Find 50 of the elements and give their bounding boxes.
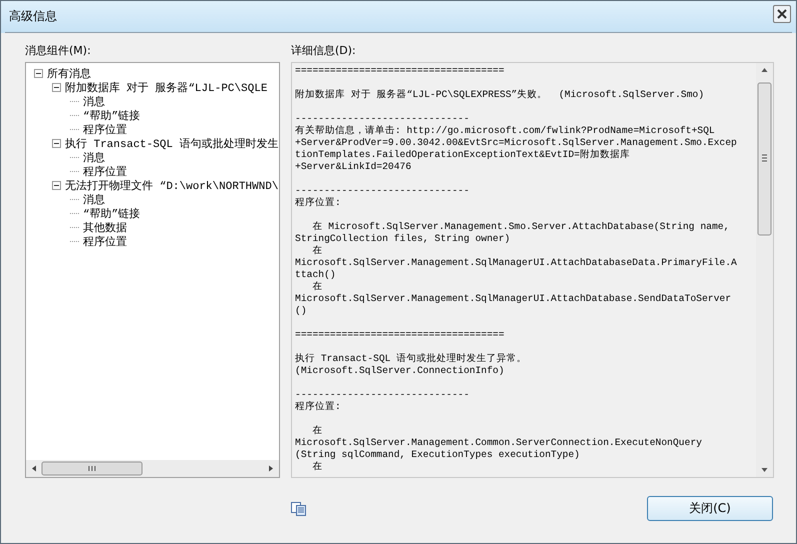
tree-item[interactable]: “帮助”链接 — [83, 206, 140, 220]
tree-item[interactable]: 附加数据库 对于 服务器“LJL-PC\SQLE — [65, 80, 268, 94]
horizontal-scrollbar[interactable] — [26, 460, 279, 477]
detail-label: 详细信息(D): — [291, 43, 357, 58]
collapse-icon[interactable] — [52, 82, 61, 92]
tree-item[interactable]: 其他数据 — [83, 220, 127, 234]
detail-line: Microsoft.SqlServer.Management.SqlManagerUI.AttachDatabase.SendDataToServer — [295, 293, 732, 305]
detail-line: ------------------------------ — [295, 185, 470, 197]
detail-line: 执行 Transact-SQL 语句或批处理时发生了异常。 — [295, 353, 526, 365]
detail-line: 附加数据库 对于 服务器“LJL-PC\SQLEXPRESS”失败。 (Microsoft.SqlServer.Smo) — [295, 89, 704, 101]
tree-item[interactable]: 执行 Transact-SQL 语句或批处理时发生 — [65, 136, 278, 150]
tree-item[interactable]: 程序位置 — [83, 164, 127, 178]
tree-item[interactable]: 程序位置 — [83, 234, 127, 248]
tree-item[interactable]: 无法打开物理文件 “D:\work\NORTHWND\ — [65, 178, 278, 192]
tree-item[interactable]: 程序位置 — [83, 122, 127, 136]
collapse-icon[interactable] — [34, 68, 43, 78]
detail-line: 在 — [311, 245, 322, 257]
tree-item[interactable]: 消息 — [83, 94, 105, 108]
tree-label: 消息组件(M): — [25, 43, 92, 58]
copy-icon[interactable] — [291, 502, 307, 516]
collapse-icon[interactable] — [52, 180, 61, 190]
detail-line: ------------------------------ — [295, 389, 470, 401]
tree-item[interactable]: “帮助”链接 — [83, 108, 140, 122]
detail-line: 在 — [311, 425, 322, 437]
detail-line: Microsoft.SqlServer.Management.Common.ServerConnection.ExecuteNonQuery — [295, 437, 702, 449]
collapse-icon[interactable] — [52, 138, 61, 148]
detail-line: ------------------------------ — [295, 113, 470, 125]
detail-line: (String sqlCommand, ExecutionTypes executionType) — [295, 449, 580, 461]
detail-line: 在 Microsoft.SqlServer.Management.Smo.Server.AttachDatabase(String name, — [311, 221, 730, 233]
detail-line: Microsoft.SqlServer.Management.SqlManagerUI.AttachDatabaseData.PrimaryFile.A — [295, 257, 737, 269]
detail-line: ==================================== — [295, 65, 504, 77]
detail-line: 在 — [311, 461, 322, 473]
detail-line: +Server&ProdVer=9.00.3042.00&EvtSrc=Microsoft.SqlServer.Management.Smo.Excep — [295, 137, 737, 149]
detail-line: +Server&LinkId=20476 — [295, 161, 412, 173]
detail-line: 程序位置: — [295, 401, 341, 413]
tree-item[interactable]: 消息 — [83, 192, 105, 206]
tree-item[interactable]: 消息 — [83, 150, 105, 164]
detail-line: ==================================== — [295, 329, 504, 341]
detail-line: (Microsoft.SqlServer.ConnectionInfo) — [295, 365, 504, 377]
window-title: 高级信息 — [9, 8, 57, 25]
close-button[interactable]: 关闭(C) — [647, 496, 773, 521]
detail-line: 在 — [311, 281, 322, 293]
detail-line: StringCollection files, String owner) — [295, 233, 510, 245]
detail-line: ttach() — [295, 269, 336, 281]
detail-line: 程序位置: — [295, 197, 341, 209]
detail-line: 有关帮助信息，请单击: http://go.microsoft.com/fwlink?ProdName=Microsoft+SQL — [295, 125, 715, 137]
tree-item[interactable]: 所有消息 — [47, 66, 91, 80]
detail-line: tionTemplates.FailedOperationExceptionText&EvtID=附加数据库 — [295, 149, 630, 161]
detail-line: () — [295, 305, 307, 317]
close-icon[interactable] — [773, 4, 791, 22]
